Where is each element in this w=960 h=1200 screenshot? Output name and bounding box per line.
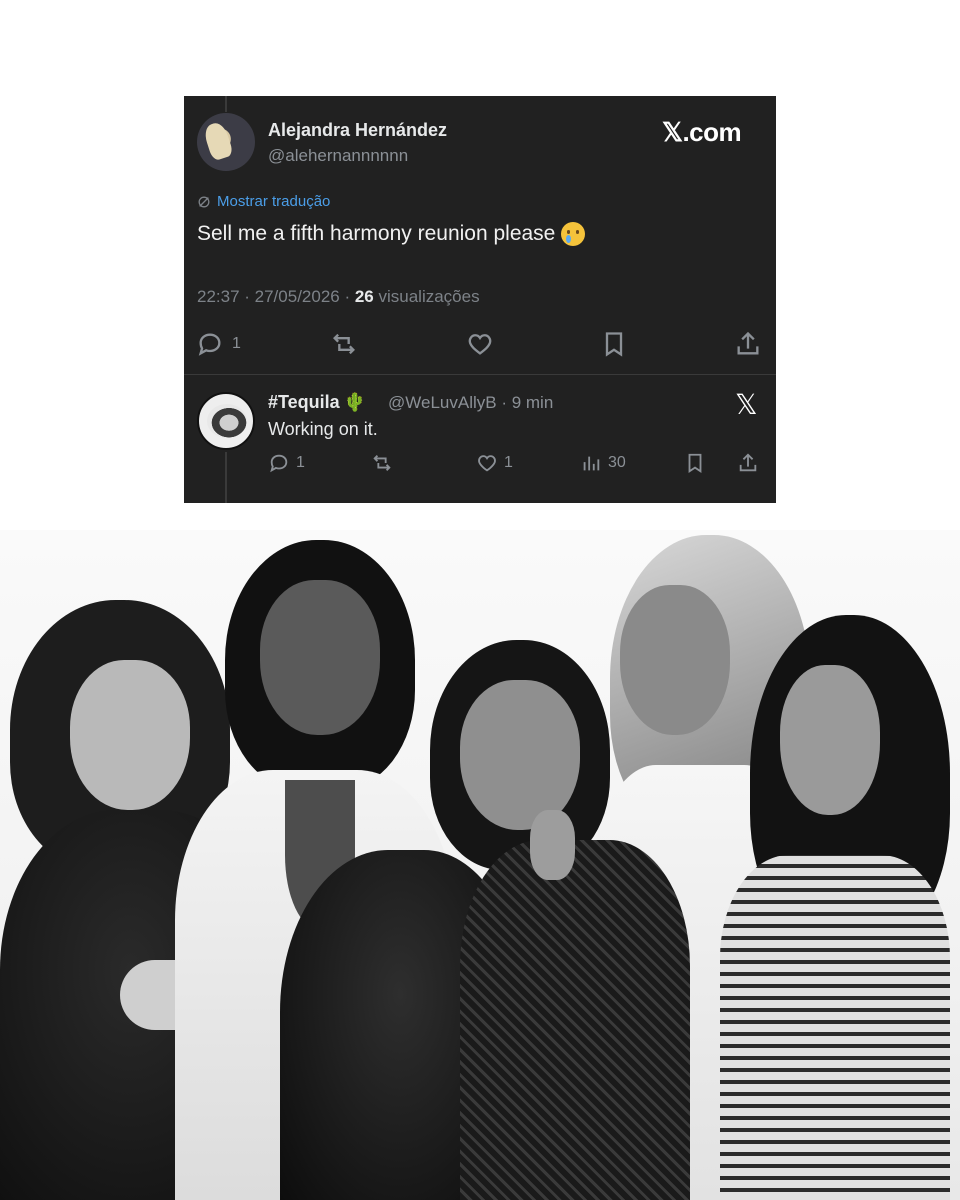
heart-icon [468, 334, 492, 355]
tweet-body: Sell me a fifth harmony reunion please [197, 222, 586, 246]
translate-icon [198, 196, 210, 207]
thread-line-bottom [225, 452, 227, 503]
person-5 [720, 615, 950, 1200]
reply-icon [198, 333, 221, 356]
reply-author-name-text: #Tequila [268, 392, 340, 412]
share-icon [739, 453, 757, 472]
reply-like-button[interactable]: 1 [476, 452, 513, 474]
reply-reply-count: 1 [296, 454, 305, 471]
share-icon [737, 331, 759, 355]
reply-author-name[interactable]: #Tequila 🌵 [268, 392, 366, 413]
views-count: 26 [354, 287, 374, 306]
reply-divider [184, 374, 776, 375]
tweet-text: Sell me a fifth harmony reunion please [197, 222, 556, 245]
bookmark-icon [688, 453, 702, 473]
reply-reply-button[interactable]: 1 [268, 452, 305, 474]
tweet-timestamp[interactable]: 22:37 · 27/05/2026 · [197, 287, 355, 306]
reply-icon [270, 454, 288, 473]
author-name[interactable]: Alejandra Hernández [268, 120, 447, 141]
reply-author-avatar[interactable] [197, 392, 255, 450]
x-logo-icon[interactable]: 𝕏 [735, 388, 758, 421]
heart-icon [478, 455, 496, 472]
show-translation-link[interactable]: Mostrar tradução [197, 193, 330, 210]
tweet-meta: 22:37 · 27/05/2026 · 26 visualizações [197, 287, 480, 307]
person-3 [280, 640, 700, 1200]
views-chart-icon [583, 456, 600, 471]
retweet-icon [373, 455, 391, 471]
bookmark-button[interactable] [600, 330, 628, 358]
reply-count: 1 [232, 335, 241, 352]
bookmark-icon [605, 332, 623, 357]
author-handle[interactable]: @alehernannnnnn [268, 146, 408, 166]
reply-author-handle[interactable]: @WeLuvAllyB · 9 min [388, 393, 553, 413]
views-label: visualizações [373, 287, 480, 306]
group-photo [0, 530, 960, 1200]
reply-like-count: 1 [504, 454, 513, 471]
translate-label: Mostrar tradução [217, 193, 331, 210]
retweet-icon [333, 333, 355, 355]
reply-button[interactable]: 1 [196, 330, 241, 358]
reply-retweet-button[interactable] [371, 452, 393, 474]
thread-line-top [225, 96, 227, 112]
author-avatar[interactable] [197, 113, 255, 171]
share-button[interactable] [734, 330, 762, 358]
face-holding-back-tears-icon [561, 222, 586, 246]
x-com-brand: 𝕏.com [662, 117, 742, 147]
reply-text: Working on it. [268, 419, 378, 439]
reply-views-button[interactable]: 30 [580, 452, 626, 474]
retweet-button[interactable] [330, 330, 358, 358]
tweet-actions: 1 [184, 330, 776, 362]
reply-views-count: 30 [608, 454, 626, 471]
reply-bookmark-button[interactable] [684, 452, 706, 474]
cactus-icon: 🌵 [343, 392, 367, 412]
reply-share-button[interactable] [737, 452, 759, 474]
like-button[interactable] [466, 330, 494, 358]
